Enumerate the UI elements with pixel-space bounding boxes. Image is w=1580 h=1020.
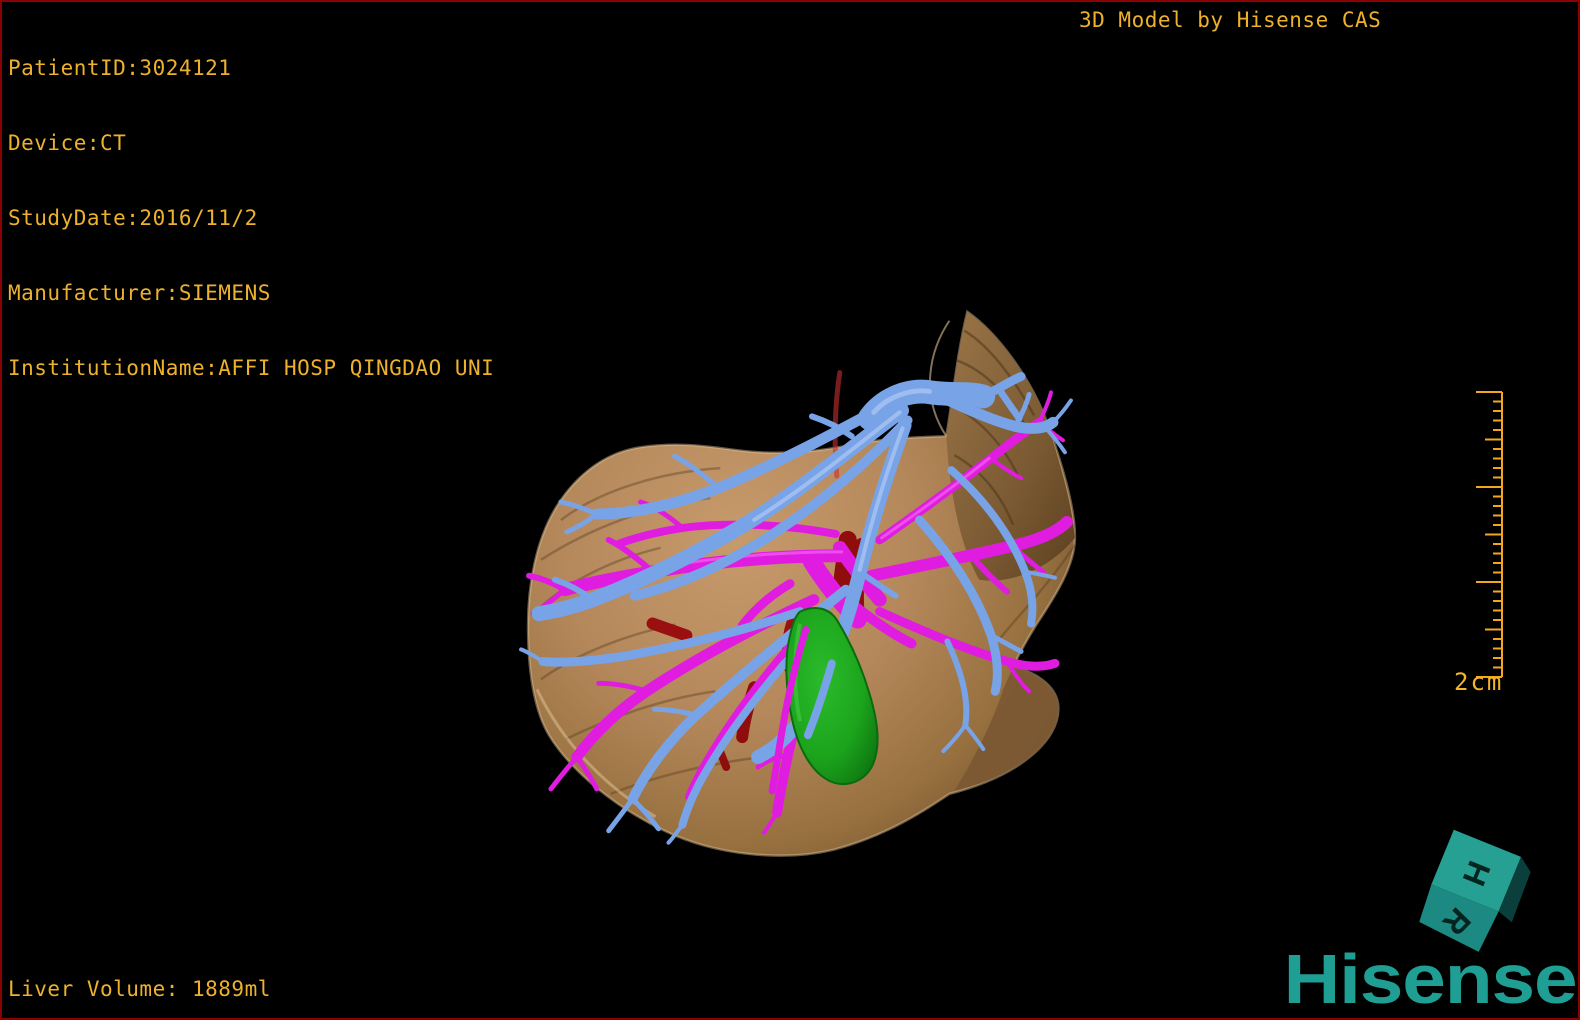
institution-line: InstitutionName:AFFI HOSP QINGDAO UNI xyxy=(8,356,495,380)
hisense-logo: Hisense xyxy=(1283,940,1577,1018)
viewer-title: 3D Model by Hisense CAS xyxy=(1079,8,1382,32)
scale-label: 2cm xyxy=(1454,668,1504,696)
viewer-window: { "header": { "info_lines": [ "PatientID… xyxy=(0,0,1580,1020)
patient-id-line: PatientID:3024121 xyxy=(8,56,232,80)
study-date-line: StudyDate:2016/11/2 xyxy=(8,206,258,230)
manufacturer-line: Manufacturer:SIEMENS xyxy=(8,281,271,305)
device-line: Device:CT xyxy=(8,131,127,155)
patient-info-block: PatientID:3024121 Device:CT StudyDate:20… xyxy=(8,6,494,406)
liver-volume-label: Liver Volume: 1889ml xyxy=(8,977,271,1001)
scale-ruler xyxy=(1476,391,1503,678)
